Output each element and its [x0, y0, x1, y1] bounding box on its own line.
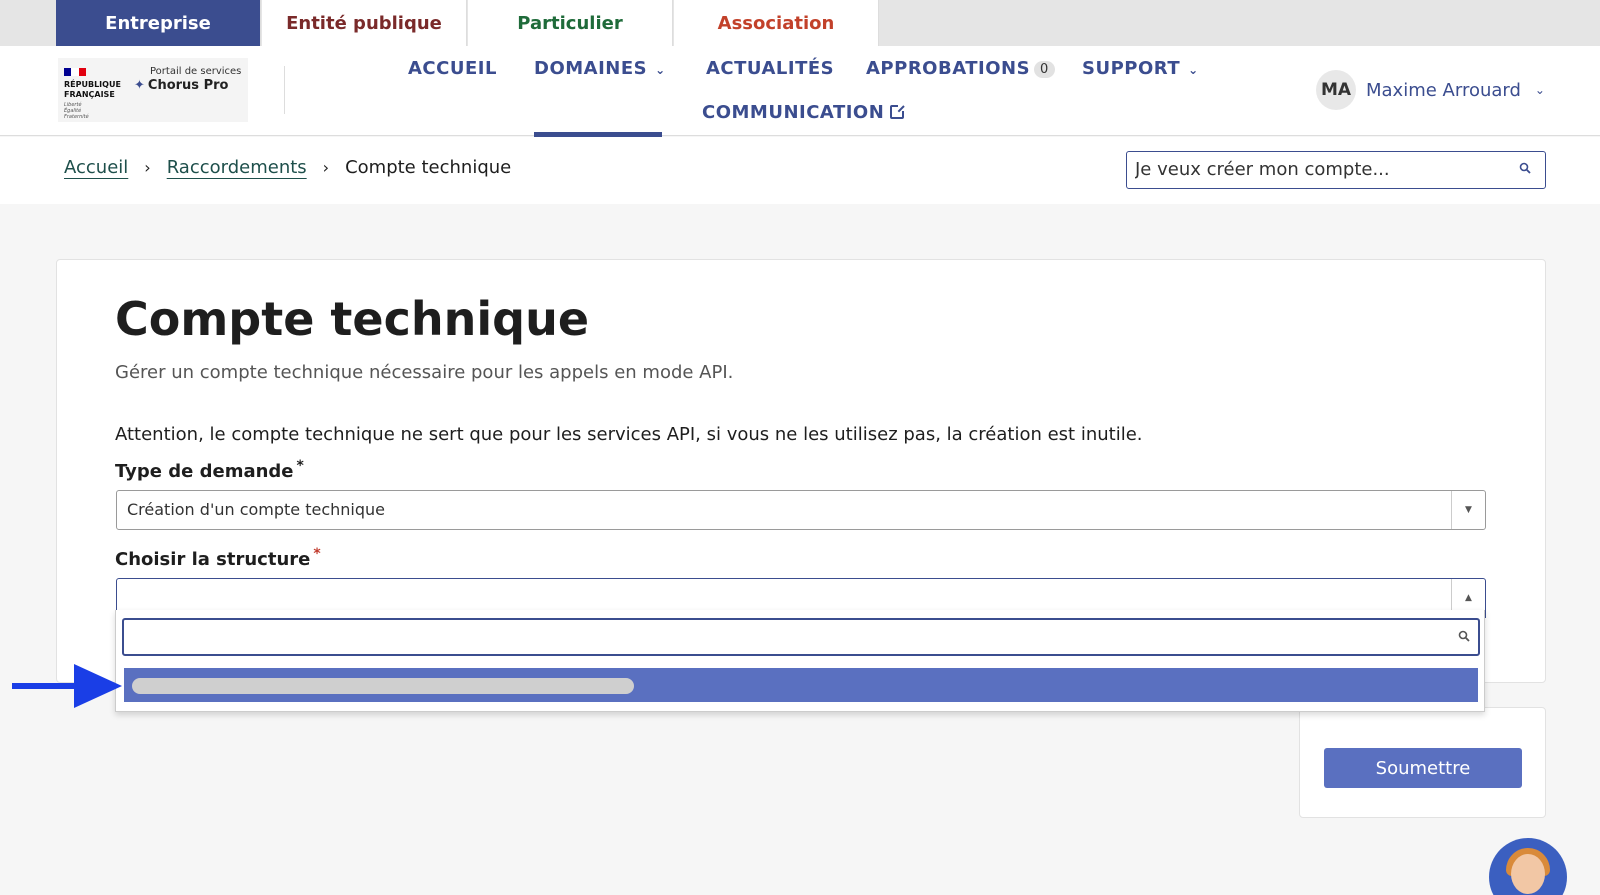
chatbot-avatar-icon[interactable] [1489, 838, 1567, 895]
devise-label: Liberté Égalité Fraternité [64, 102, 89, 120]
submit-button[interactable]: Soumettre [1324, 748, 1522, 788]
tab-entreprise[interactable]: Entreprise [56, 0, 261, 46]
tab-association[interactable]: Association [674, 0, 879, 46]
product-name: ✦ Chorus Pro [134, 78, 229, 93]
chorus-pro-icon: ✦ [134, 78, 145, 93]
dropdown-search-input[interactable] [124, 620, 1424, 654]
required-mark: * [313, 546, 321, 562]
dropdown-search [122, 618, 1480, 656]
portail-label: Portail de services [150, 66, 242, 77]
chevron-down-icon: ⌄ [655, 63, 666, 77]
caret-down-icon[interactable]: ▼ [1451, 491, 1485, 529]
user-menu[interactable]: MA Maxime Arrouard ⌄ [1316, 70, 1545, 110]
search-input[interactable] [1127, 152, 1487, 186]
user-name: Maxime Arrouard [1366, 79, 1521, 101]
nav-approbations[interactable]: APPROBATIONS 0 [866, 58, 1055, 79]
chevron-down-icon: ⌄ [1188, 63, 1199, 77]
nav-communication-label: COMMUNICATION [702, 102, 885, 123]
breadcrumb-raccordements[interactable]: Raccordements [167, 157, 307, 178]
avatar: MA [1316, 70, 1356, 110]
site-search [1126, 151, 1546, 189]
nav-domaines[interactable]: DOMAINES ⌄ [534, 58, 666, 79]
dropdown-option-highlighted[interactable] [124, 668, 1478, 702]
breadcrumb-bar: Accueil › Raccordements › Compte techniq… [0, 137, 1600, 204]
tab-entite-publique[interactable]: Entité publique [262, 0, 467, 46]
required-mark: * [296, 458, 304, 474]
warning-text: Attention, le compte technique ne sert q… [115, 424, 1143, 445]
structure-label: Choisir la structure * [115, 546, 321, 570]
type-demande-value: Création d'un compte technique [127, 500, 386, 519]
chevron-down-icon: ⌄ [1534, 83, 1545, 97]
breadcrumb-accueil[interactable]: Accueil [64, 157, 128, 178]
structure-dropdown [115, 610, 1485, 712]
audience-tab-bar: Entreprise Entité publique Particulier A… [0, 0, 1600, 46]
breadcrumb: Accueil › Raccordements › Compte techniq… [64, 157, 511, 178]
nav-support[interactable]: SUPPORT ⌄ [1082, 58, 1199, 79]
french-flag-icon [64, 68, 86, 76]
page-subtitle: Gérer un compte technique nécessaire pou… [115, 362, 734, 383]
breadcrumb-separator: › [322, 158, 330, 177]
nav-support-label: SUPPORT [1082, 58, 1181, 79]
nav-communication[interactable]: COMMUNICATION [702, 102, 906, 123]
nav-approbations-label: APPROBATIONS [866, 58, 1031, 79]
nav-accueil[interactable]: ACCUEIL [408, 58, 497, 79]
divider [284, 66, 285, 114]
annotation-arrow-icon [12, 664, 122, 708]
page-title: Compte technique [115, 292, 590, 346]
submit-card: Soumettre [1299, 707, 1546, 818]
approbations-count-badge: 0 [1034, 60, 1055, 78]
tab-particulier[interactable]: Particulier [468, 0, 673, 46]
republique-francaise-label: RÉPUBLIQUE FRANÇAISE [64, 80, 121, 99]
nav-actualites[interactable]: ACTUALITÉS [706, 58, 834, 79]
breadcrumb-current: Compte technique [345, 157, 512, 178]
redacted-option-text [132, 678, 634, 694]
bot-face [1511, 854, 1545, 894]
external-link-icon [890, 104, 906, 119]
search-icon [1458, 630, 1470, 642]
search-icon[interactable] [1519, 162, 1531, 174]
nav-domaines-label: DOMAINES [534, 58, 648, 79]
type-demande-label: Type de demande * [115, 458, 304, 482]
breadcrumb-separator: › [144, 158, 151, 177]
type-demande-select[interactable]: Création d'un compte technique ▼ [116, 490, 1486, 530]
chorus-pro-logo[interactable]: RÉPUBLIQUE FRANÇAISE Liberté Égalité Fra… [58, 58, 248, 122]
